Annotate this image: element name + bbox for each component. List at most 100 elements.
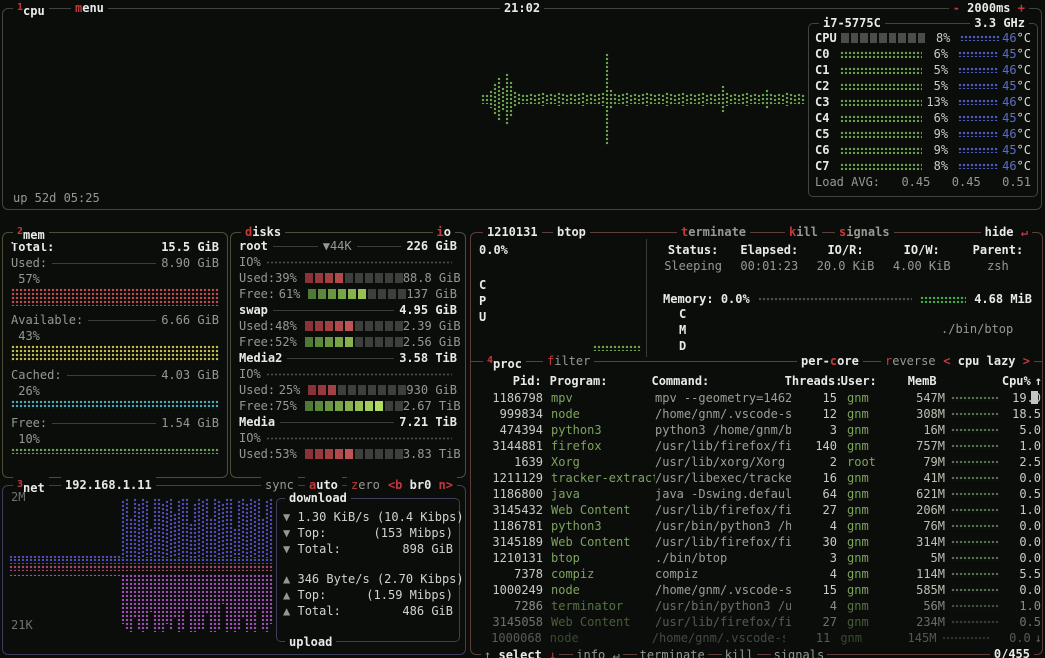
footer-signals-button[interactable]: signals — [771, 648, 828, 658]
process-cpu-graph — [951, 604, 999, 609]
info-button[interactable]: info ↵ — [573, 648, 622, 658]
net-interface-selector[interactable]: <b br0 n> — [384, 477, 457, 493]
footer-kill-button[interactable]: kill — [722, 648, 757, 658]
filter-button[interactable]: filter — [543, 353, 594, 369]
per-core-button[interactable]: per-core — [797, 353, 863, 369]
process-command: ./bin/btop — [655, 550, 791, 566]
col-threads[interactable]: Threads: — [785, 373, 831, 389]
process-pid: 1000068 — [479, 630, 542, 646]
select-down-icon[interactable]: ↓ — [549, 648, 556, 658]
process-command: /usr/lib/firefox/fi — [655, 534, 791, 550]
disk-name-row: Media23.58 TiB — [239, 350, 457, 366]
core-temp-graph — [958, 115, 999, 121]
process-row[interactable]: 474394python3python3 /home/gnm/b3gnm16M5… — [471, 422, 1042, 438]
process-threads: 3 — [791, 422, 837, 438]
process-user: gnm — [847, 534, 897, 550]
process-program: node — [551, 406, 655, 422]
meter-block — [365, 401, 373, 411]
disk-meter — [303, 273, 403, 283]
select-up-icon[interactable]: ↑ — [484, 648, 491, 658]
scrollbar-thumb[interactable] — [1031, 391, 1038, 404]
process-command: /home/gnm/.vscode-s — [655, 582, 791, 598]
process-details: 0.0% CPU Status:Elapsed:IO/R:IO/W:Parent… — [471, 233, 1042, 361]
net-zero-button[interactable]: zero — [347, 477, 384, 493]
col-cpu[interactable]: Cpu% — [992, 373, 1031, 389]
meter-block — [325, 401, 333, 411]
process-user: gnm — [847, 486, 897, 502]
sort-selector[interactable]: < cpu lazy > — [939, 353, 1034, 369]
core-usage-percent: 9% — [922, 142, 948, 158]
process-row[interactable]: 3145058Web Content/usr/lib/firefox/fi27g… — [471, 614, 1042, 630]
disk-meter — [303, 449, 403, 459]
process-row[interactable]: 7286terminator/usr/bin/python3 /u4gnm56M… — [471, 598, 1042, 614]
disk-size: 226 GiB — [406, 238, 457, 254]
scroll-more-icon[interactable]: ↓ — [1035, 630, 1042, 646]
load-avg-label: Load AVG: — [815, 174, 880, 190]
process-row[interactable]: 1186798mpvmpv --geometry=146215gnm547M19… — [471, 390, 1042, 406]
disk-meter-percent: 48% — [275, 318, 297, 334]
mem-box-title[interactable]: 2mem — [13, 224, 49, 243]
process-row[interactable]: 999834node/home/gnm/.vscode-s12gnm308M18… — [471, 406, 1042, 422]
col-program[interactable]: Program: — [550, 373, 652, 389]
meter-block — [908, 33, 916, 43]
meter-block — [388, 385, 396, 395]
col-user[interactable]: User: — [841, 373, 890, 389]
process-count: 0/455 — [990, 646, 1034, 658]
disk-meter-label: Used: — [239, 318, 275, 334]
core-name: C5 — [815, 126, 840, 142]
process-user: gnm — [847, 422, 897, 438]
process-row[interactable]: 1210131btop./bin/btop3gnm5M0.0 — [471, 550, 1042, 566]
disk-meter — [303, 337, 403, 347]
reverse-button[interactable]: reverse — [881, 353, 940, 369]
process-threads: 12 — [791, 406, 837, 422]
process-threads: 15 — [791, 582, 837, 598]
process-row[interactable]: 1000068node/home/gnm/.vscode-s11gnm145M0… — [471, 630, 1042, 646]
update-minus-button[interactable]: - — [953, 1, 960, 15]
cpu-box-title[interactable]: 1cpu — [13, 0, 49, 19]
disks-box-title[interactable]: disks — [241, 224, 285, 240]
sort-direction-icon[interactable]: ↑ — [1035, 373, 1042, 389]
process-row[interactable]: 1186800javajava -Dswing.defaul64gnm621M0… — [471, 486, 1042, 502]
process-row[interactable]: 1186781python3/usr/bin/python3 /h4gnm76M… — [471, 518, 1042, 534]
col-command[interactable]: Command: — [651, 373, 784, 389]
meter-block — [305, 449, 313, 459]
core-temp-graph — [958, 131, 999, 137]
axis-letter: P — [479, 293, 489, 309]
process-row[interactable]: 1211129tracker-extract/usr/libexec/track… — [471, 470, 1042, 486]
mem-entry-row: Free:1.54 GiB — [11, 415, 219, 431]
update-plus-button[interactable]: + — [1018, 1, 1025, 15]
mem-entry-row: Cached:4.03 GiB — [11, 367, 219, 383]
mem-usage-graph — [11, 288, 219, 306]
process-row[interactable]: 1639Xorg/usr/lib/xorg/Xorg2root79M2.5 — [471, 454, 1042, 470]
menu-button[interactable]: menu — [71, 0, 108, 16]
meter-block — [325, 321, 333, 331]
process-row[interactable]: 7378compizcompiz4gnm114M5.5 — [471, 566, 1042, 582]
disk-meter-label: Used: — [239, 446, 275, 462]
meter-block — [355, 337, 363, 347]
download-top-label: Top: — [297, 525, 326, 541]
process-row[interactable]: 1000249node/home/gnm/.vscode-s15gnm585M0… — [471, 582, 1042, 598]
process-row[interactable]: 3144881firefox/usr/lib/firefox/fi140gnm7… — [471, 438, 1042, 454]
detail-memory-graph-green — [920, 296, 966, 303]
core-usage-percent: 6% — [922, 46, 948, 62]
disks-io-toggle[interactable]: io — [433, 224, 455, 240]
proc-title[interactable]: 4proc — [483, 353, 526, 372]
process-program: java — [551, 486, 655, 502]
col-pid[interactable]: Pid: — [479, 373, 542, 389]
footer-terminate-button[interactable]: terminate — [637, 648, 708, 658]
process-row[interactable]: 3145432Web Content/usr/lib/firefox/fi27g… — [471, 502, 1042, 518]
process-program: compiz — [551, 566, 655, 582]
disk-meter-row: Used:25%930 GiB — [239, 382, 457, 398]
core-usage-dots — [840, 83, 922, 90]
core-name: C1 — [815, 62, 840, 78]
meter-block — [385, 449, 393, 459]
process-row[interactable]: 3145189Web Content/usr/lib/firefox/fi30g… — [471, 534, 1042, 550]
select-control[interactable]: ↑ select ↓ — [481, 648, 559, 658]
core-usage-dots — [840, 115, 922, 122]
cpu-core-row: C06%45°C — [809, 46, 1037, 62]
core-name: C4 — [815, 110, 840, 126]
meter-block — [375, 273, 383, 283]
detail-cpu-percent: 0.0% — [479, 243, 508, 257]
meter-block — [355, 449, 363, 459]
col-memb[interactable]: MemB — [890, 373, 937, 389]
